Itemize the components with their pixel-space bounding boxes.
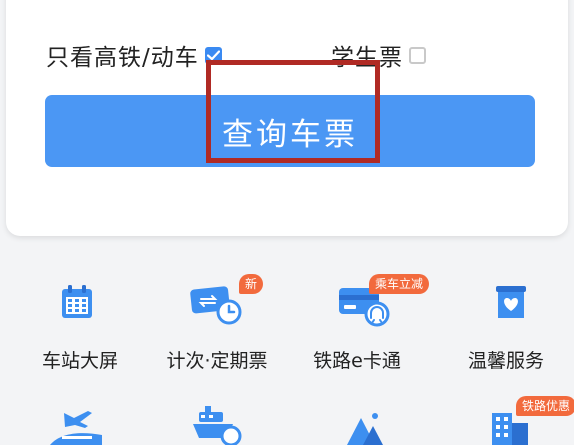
ride-discount-badge: 乘车立减 (369, 274, 430, 294)
student-ticket-option[interactable]: 学生票 (331, 40, 426, 71)
ship-icon (193, 406, 242, 445)
checkmark-icon (206, 49, 220, 60)
station-screen-calendar-icon (62, 285, 92, 318)
query-tickets-label: 查询车票 (222, 116, 358, 153)
heart-service-icon (496, 286, 526, 318)
airplane-train-icon (50, 411, 102, 445)
scenic-mountain-icon (347, 413, 383, 445)
service-label: 车站大屏 (41, 350, 118, 372)
service-label: 温馨服务 (467, 350, 544, 372)
high-speed-only-checkbox[interactable] (204, 46, 222, 64)
student-ticket-label: 学生票 (331, 45, 403, 71)
student-ticket-checkbox[interactable] (409, 46, 426, 64)
query-tickets-button[interactable]: 查询车票 (45, 95, 535, 167)
high-speed-only-option[interactable]: 只看高铁/动车 (46, 40, 222, 71)
service-label: 计次·定期票 (166, 350, 268, 372)
new-badge: 新 (239, 274, 264, 294)
high-speed-only-label: 只看高铁/动车 (46, 45, 199, 71)
railway-discount-badge: 铁路优惠 (516, 396, 574, 416)
service-label: 铁路e卡通 (313, 350, 401, 372)
search-card: 只看高铁/动车 学生票 查询车票 (6, 0, 568, 236)
ticket-pass-icon (190, 286, 242, 325)
